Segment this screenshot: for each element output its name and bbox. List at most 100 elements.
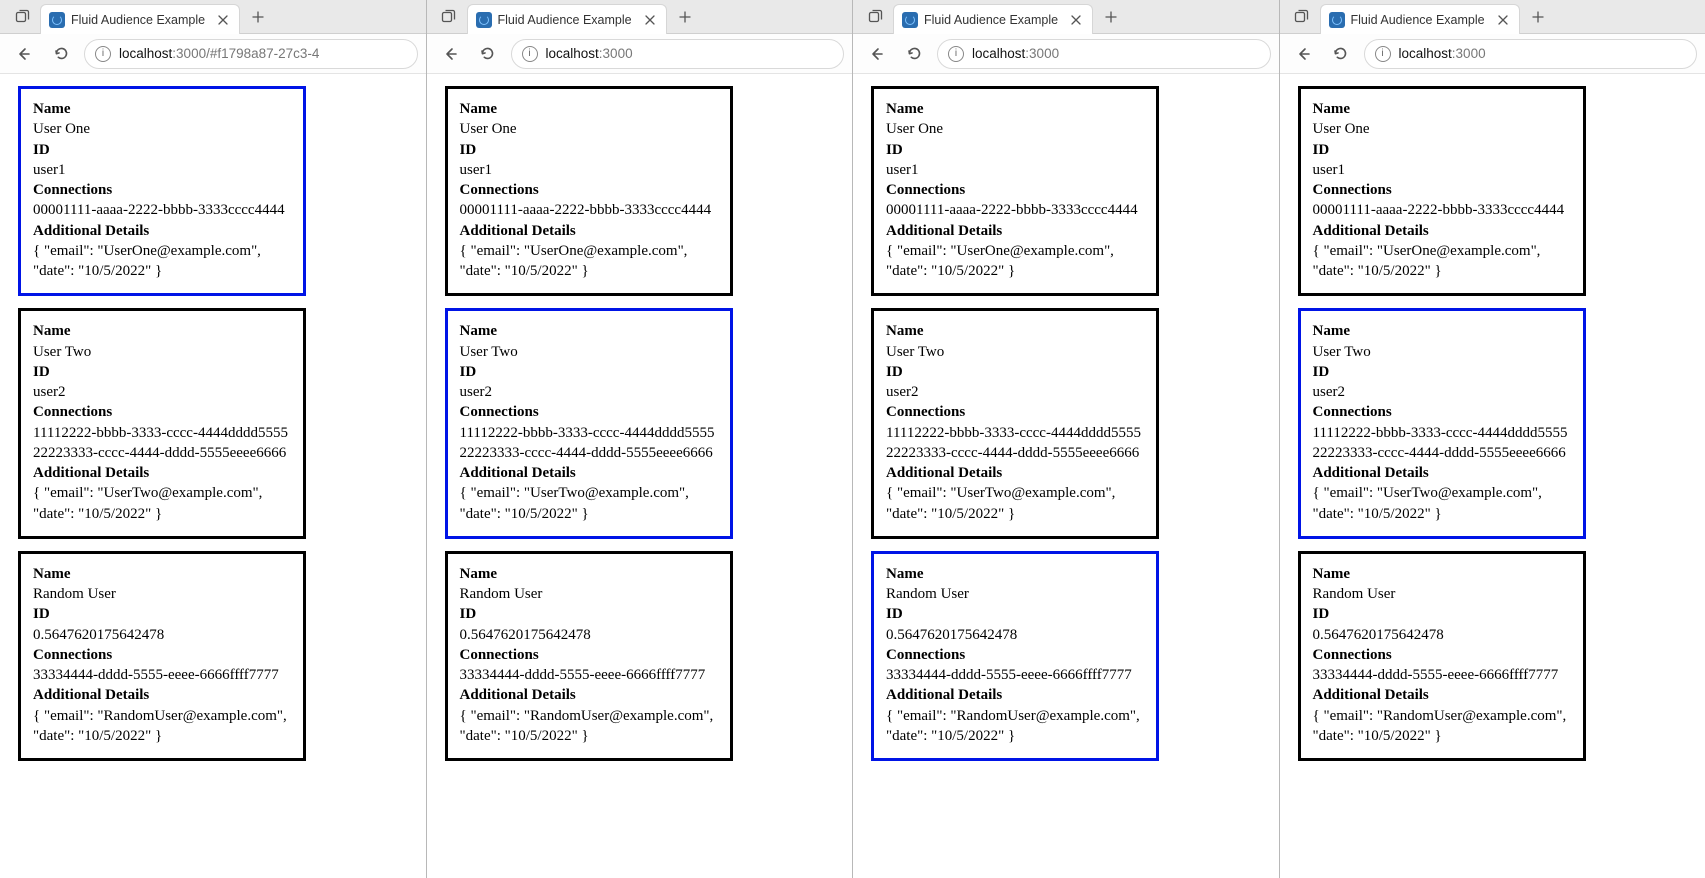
user-card[interactable]: NameUser TwoIDuser2Connections11112222-b… bbox=[445, 308, 733, 539]
connection-id: 22223333-cccc-4444-dddd-5555eeee6666 bbox=[460, 443, 718, 463]
connection-id: 11112222-bbbb-3333-cccc-4444dddd5555 bbox=[886, 423, 1144, 443]
connections-label: Connections bbox=[460, 402, 718, 422]
name-label: Name bbox=[886, 321, 1144, 341]
id-label: ID bbox=[33, 362, 291, 382]
connections-label: Connections bbox=[1313, 645, 1571, 665]
browser-tab[interactable]: Fluid Audience Example bbox=[1320, 4, 1520, 34]
details-value: { "email": "UserOne@example.com", "date"… bbox=[460, 241, 718, 282]
details-value: { "email": "RandomUser@example.com", "da… bbox=[1313, 706, 1571, 747]
refresh-button[interactable] bbox=[899, 39, 929, 69]
name-value: User One bbox=[886, 119, 1144, 139]
id-value: user2 bbox=[886, 382, 1144, 402]
favicon-icon bbox=[49, 12, 65, 28]
name-label: Name bbox=[1313, 321, 1571, 341]
id-label: ID bbox=[886, 140, 1144, 160]
url-text: localhost:3000 bbox=[546, 46, 633, 61]
browser-tab[interactable]: Fluid Audience Example bbox=[40, 4, 240, 34]
site-info-icon[interactable]: i bbox=[1375, 46, 1391, 62]
id-label: ID bbox=[1313, 362, 1571, 382]
details-label: Additional Details bbox=[33, 463, 291, 483]
details-value: { "email": "UserTwo@example.com", "date"… bbox=[460, 483, 718, 524]
user-card[interactable]: NameRandom UserID0.5647620175642478Conne… bbox=[18, 551, 306, 761]
details-label: Additional Details bbox=[886, 463, 1144, 483]
tab-actions-icon[interactable] bbox=[1288, 2, 1316, 30]
name-label: Name bbox=[460, 564, 718, 584]
back-button[interactable] bbox=[1288, 39, 1318, 69]
user-card[interactable]: NameUser OneIDuser1Connections00001111-a… bbox=[871, 86, 1159, 296]
address-bar[interactable]: i localhost:3000 bbox=[511, 39, 845, 69]
id-label: ID bbox=[33, 140, 291, 160]
connection-id: 22223333-cccc-4444-dddd-5555eeee6666 bbox=[33, 443, 291, 463]
connections-label: Connections bbox=[33, 645, 291, 665]
id-label: ID bbox=[886, 604, 1144, 624]
id-label: ID bbox=[460, 604, 718, 624]
connection-id: 33334444-dddd-5555-eeee-6666ffff7777 bbox=[33, 665, 291, 685]
new-tab-button[interactable] bbox=[1097, 3, 1125, 31]
refresh-button[interactable] bbox=[46, 39, 76, 69]
close-tab-icon[interactable] bbox=[642, 12, 658, 28]
refresh-button[interactable] bbox=[473, 39, 503, 69]
page-content: NameUser OneIDuser1Connections00001111-a… bbox=[853, 74, 1279, 878]
connections-label: Connections bbox=[33, 180, 291, 200]
toolbar: i localhost:3000 bbox=[853, 34, 1279, 74]
user-card[interactable]: NameUser OneIDuser1Connections00001111-a… bbox=[1298, 86, 1586, 296]
id-value: user1 bbox=[1313, 160, 1571, 180]
url-text: localhost:3000 bbox=[972, 46, 1059, 61]
user-card[interactable]: NameUser OneIDuser1Connections00001111-a… bbox=[445, 86, 733, 296]
user-card[interactable]: NameRandom UserID0.5647620175642478Conne… bbox=[871, 551, 1159, 761]
user-card[interactable]: NameUser TwoIDuser2Connections11112222-b… bbox=[1298, 308, 1586, 539]
name-value: User Two bbox=[1313, 342, 1571, 362]
details-label: Additional Details bbox=[1313, 221, 1571, 241]
user-card[interactable]: NameUser OneIDuser1Connections00001111-a… bbox=[18, 86, 306, 296]
site-info-icon[interactable]: i bbox=[95, 46, 111, 62]
close-tab-icon[interactable] bbox=[215, 12, 231, 28]
browser-window: Fluid Audience Example i localhost:3000 Nam… bbox=[853, 0, 1280, 878]
id-value: user1 bbox=[33, 160, 291, 180]
connection-id: 00001111-aaaa-2222-bbbb-3333cccc4444 bbox=[460, 200, 718, 220]
connections-label: Connections bbox=[886, 402, 1144, 422]
connections-label: Connections bbox=[1313, 180, 1571, 200]
tab-actions-icon[interactable] bbox=[861, 2, 889, 30]
back-button[interactable] bbox=[8, 39, 38, 69]
tab-actions-icon[interactable] bbox=[435, 2, 463, 30]
site-info-icon[interactable]: i bbox=[948, 46, 964, 62]
user-card[interactable]: NameRandom UserID0.5647620175642478Conne… bbox=[445, 551, 733, 761]
connection-id: 00001111-aaaa-2222-bbbb-3333cccc4444 bbox=[1313, 200, 1571, 220]
browser-tab[interactable]: Fluid Audience Example bbox=[893, 4, 1093, 34]
connections-label: Connections bbox=[1313, 402, 1571, 422]
new-tab-button[interactable] bbox=[1524, 3, 1552, 31]
tab-actions-icon[interactable] bbox=[8, 2, 36, 30]
connection-id: 11112222-bbbb-3333-cccc-4444dddd5555 bbox=[460, 423, 718, 443]
address-bar[interactable]: i localhost:3000 bbox=[937, 39, 1271, 69]
details-value: { "email": "RandomUser@example.com", "da… bbox=[460, 706, 718, 747]
back-button[interactable] bbox=[435, 39, 465, 69]
connection-id: 33334444-dddd-5555-eeee-6666ffff7777 bbox=[1313, 665, 1571, 685]
titlebar: Fluid Audience Example bbox=[853, 0, 1279, 34]
address-bar[interactable]: ilocalhost:3000/#f1798a87-27c3-4 bbox=[84, 39, 418, 69]
close-tab-icon[interactable] bbox=[1495, 12, 1511, 28]
site-info-icon[interactable]: i bbox=[522, 46, 538, 62]
connection-id: 22223333-cccc-4444-dddd-5555eeee6666 bbox=[1313, 443, 1571, 463]
name-label: Name bbox=[460, 321, 718, 341]
details-label: Additional Details bbox=[460, 463, 718, 483]
new-tab-button[interactable] bbox=[671, 3, 699, 31]
refresh-button[interactable] bbox=[1326, 39, 1356, 69]
name-value: Random User bbox=[886, 584, 1144, 604]
close-tab-icon[interactable] bbox=[1068, 12, 1084, 28]
tab-title: Fluid Audience Example bbox=[924, 13, 1062, 27]
id-label: ID bbox=[886, 362, 1144, 382]
id-value: 0.5647620175642478 bbox=[886, 625, 1144, 645]
new-tab-button[interactable] bbox=[244, 3, 272, 31]
user-card[interactable]: NameRandom UserID0.5647620175642478Conne… bbox=[1298, 551, 1586, 761]
name-value: Random User bbox=[1313, 584, 1571, 604]
back-button[interactable] bbox=[861, 39, 891, 69]
user-card[interactable]: NameUser TwoIDuser2Connections11112222-b… bbox=[18, 308, 306, 539]
id-value: user2 bbox=[1313, 382, 1571, 402]
connection-id: 33334444-dddd-5555-eeee-6666ffff7777 bbox=[460, 665, 718, 685]
browser-tab[interactable]: Fluid Audience Example bbox=[467, 4, 667, 34]
tab-title: Fluid Audience Example bbox=[498, 13, 636, 27]
name-value: User Two bbox=[460, 342, 718, 362]
user-card[interactable]: NameUser TwoIDuser2Connections11112222-b… bbox=[871, 308, 1159, 539]
favicon-icon bbox=[1329, 12, 1345, 28]
address-bar[interactable]: ilocalhost:3000 bbox=[1364, 39, 1698, 69]
